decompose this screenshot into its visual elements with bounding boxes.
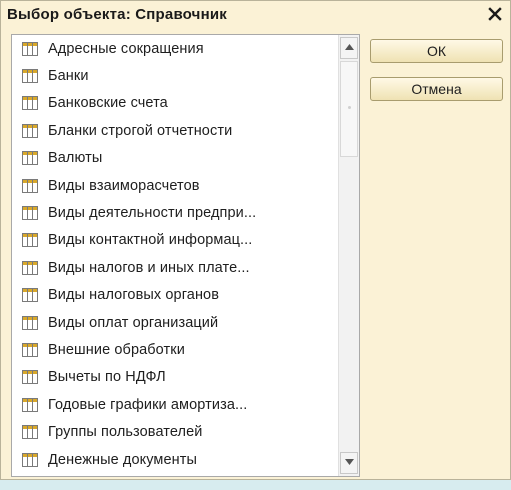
list-item-label: Группы пользователей xyxy=(48,424,203,441)
list-item-label: Виды взаиморасчетов xyxy=(48,177,200,194)
list-item-label: Адресные сокращения xyxy=(48,40,204,57)
list-item-label: Денежные документы xyxy=(48,451,198,468)
list-item[interactable]: Банковские счета xyxy=(12,90,338,117)
arrow-down-icon xyxy=(344,459,354,465)
dialog-title: Выбор объекта: Справочник xyxy=(7,6,227,23)
list-item-label: Виды деятельности предпри... xyxy=(48,205,257,222)
list-item-label: Валюты xyxy=(48,150,103,167)
list-item[interactable]: Виды налоговых органов xyxy=(12,282,338,309)
list-item[interactable]: Банки xyxy=(12,62,338,89)
list-item-label: Бланки строгой отчетности xyxy=(48,122,233,139)
select-object-dialog: Выбор объекта: Справочник Адресные сокра… xyxy=(0,0,511,480)
list-item[interactable]: Адресные сокращения xyxy=(12,35,338,62)
catalog-table-icon xyxy=(22,452,38,467)
catalog-table-icon xyxy=(22,315,38,330)
list-item-label: Банки xyxy=(48,68,89,85)
list-item[interactable]: Валюты xyxy=(12,145,338,172)
list-item-label: Вычеты по НДФЛ xyxy=(48,369,166,386)
ok-button[interactable]: ОК xyxy=(370,39,503,63)
list-item[interactable]: Вычеты по НДФЛ xyxy=(12,364,338,391)
vertical-scrollbar[interactable] xyxy=(338,35,359,476)
catalog-table-icon xyxy=(22,206,38,221)
catalog-table-icon xyxy=(22,288,38,303)
list-item[interactable]: Группы пользователей xyxy=(12,418,338,445)
scroll-down-button[interactable] xyxy=(340,452,358,474)
catalog-table-icon xyxy=(22,69,38,84)
scroll-up-button[interactable] xyxy=(340,37,358,59)
thumb-grip xyxy=(348,106,351,109)
catalog-table-icon xyxy=(22,151,38,166)
scroll-thumb[interactable] xyxy=(340,61,358,157)
list-item[interactable]: Годовые графики амортиза... xyxy=(12,391,338,418)
catalog-list[interactable]: Адресные сокращения Банки Банковские счета… xyxy=(12,35,338,476)
list-item-label: Виды налоговых органов xyxy=(48,287,220,304)
title-bar: Выбор объекта: Справочник xyxy=(1,1,510,29)
catalog-table-icon xyxy=(22,123,38,138)
list-item[interactable]: Виды взаиморасчетов xyxy=(12,172,338,199)
close-button[interactable] xyxy=(484,3,506,25)
catalog-table-icon xyxy=(22,260,38,275)
catalog-table-icon xyxy=(22,397,38,412)
list-item[interactable]: Внешние обработки xyxy=(12,336,338,363)
arrow-up-icon xyxy=(344,44,354,50)
catalog-table-icon xyxy=(22,425,38,440)
list-item-label: Виды налогов и иных плате... xyxy=(48,259,250,276)
list-item[interactable]: Виды контактной информац... xyxy=(12,227,338,254)
catalog-table-icon xyxy=(22,96,38,111)
list-item[interactable]: Бланки строгой отчетности xyxy=(12,117,338,144)
list-item-label: Внешние обработки xyxy=(48,341,185,358)
list-item-label: Годовые графики амортиза... xyxy=(48,396,248,413)
list-item-label: Банковские счета xyxy=(48,95,168,112)
list-item[interactable]: Виды налогов и иных плате... xyxy=(12,254,338,281)
catalog-table-icon xyxy=(22,233,38,248)
list-item[interactable]: Виды оплат организаций xyxy=(12,309,338,336)
list-item-label: Виды контактной информац... xyxy=(48,232,253,249)
list-item-label: Виды оплат организаций xyxy=(48,314,219,331)
catalog-list-box: Адресные сокращения Банки Банковские счета… xyxy=(11,34,360,477)
cancel-button[interactable]: Отмена xyxy=(370,77,503,101)
catalog-table-icon xyxy=(22,370,38,385)
catalog-table-icon xyxy=(22,178,38,193)
close-icon xyxy=(488,7,502,21)
catalog-table-icon xyxy=(22,41,38,56)
catalog-table-icon xyxy=(22,342,38,357)
list-item[interactable]: Денежные документы xyxy=(12,446,338,473)
list-item[interactable]: Виды деятельности предпри... xyxy=(12,199,338,226)
